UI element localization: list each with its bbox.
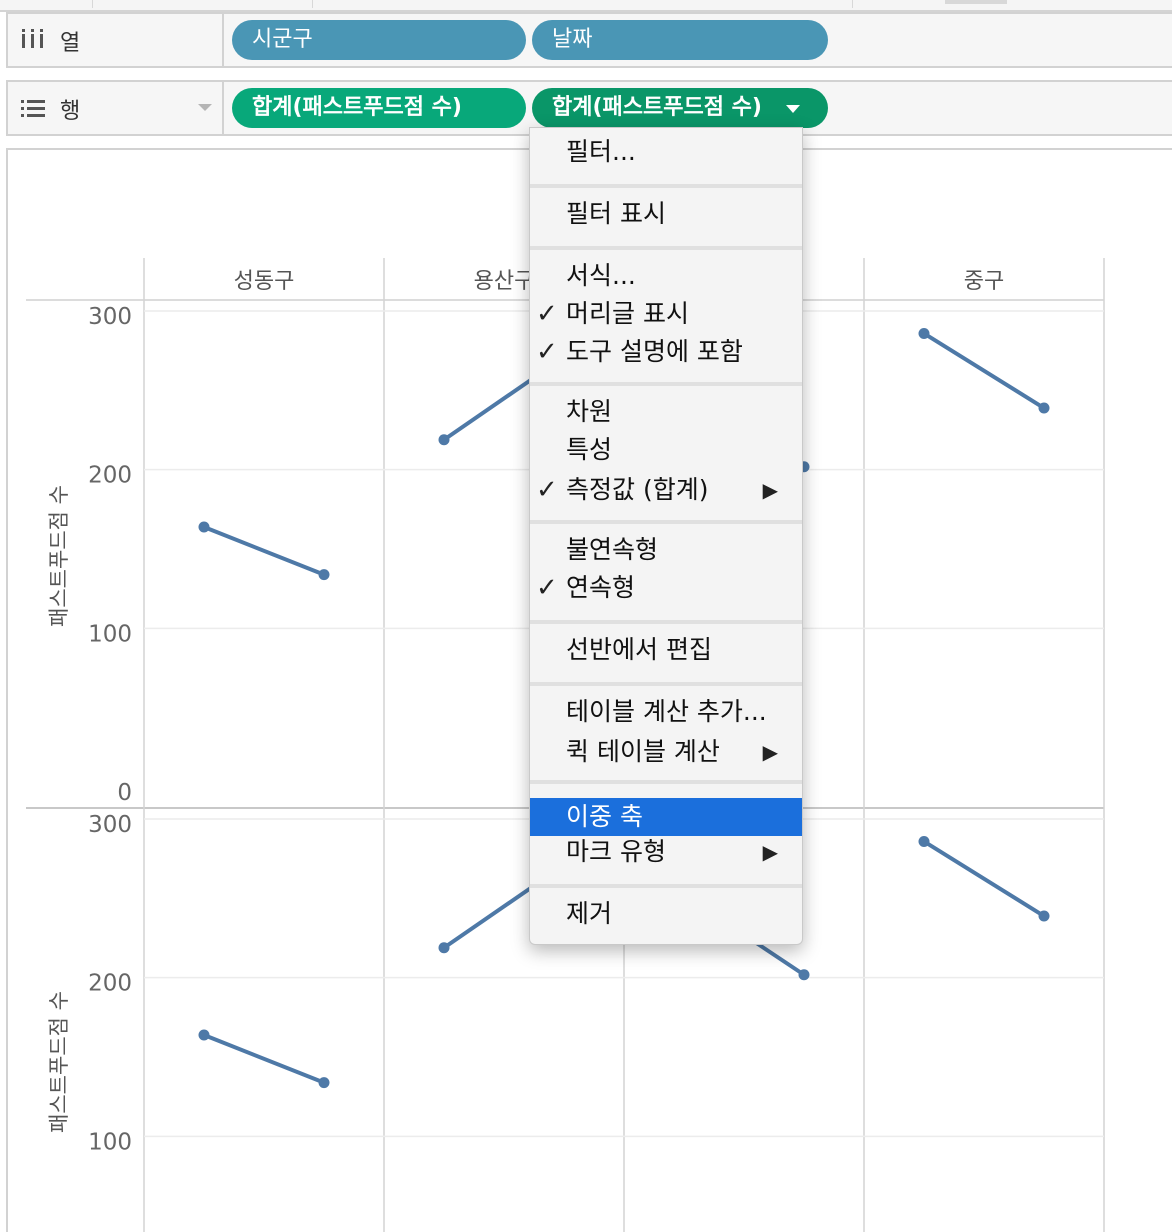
data-point (1038, 402, 1050, 414)
line-segment-성동구 (202, 1033, 326, 1085)
menu-item-9[interactable]: 불연속형 (530, 531, 802, 569)
data-point (438, 434, 450, 446)
data-point (798, 969, 810, 981)
menu-separator (530, 884, 802, 888)
menu-item-1[interactable]: 필터... (530, 133, 802, 171)
menu-item-15[interactable]: 마크 유형 ▶ (530, 833, 802, 871)
menu-separator (530, 682, 802, 686)
pill-context-menu: 필터... 필터 표시서식... ✓ 머리글 표시 ✓ 도구 설명에 포함차원특성 ✓ 측정값… (529, 127, 803, 945)
data-point (918, 835, 930, 847)
y-axis-label: 패스트푸드점 수 (47, 485, 71, 627)
menu-item-4[interactable]: ✓ 머리글 표시 (530, 295, 802, 333)
menu-item-label: 측정값 (합계) (566, 475, 709, 504)
line-segment-용산구 (442, 375, 536, 442)
y-axis-label: 패스트푸드점 수 (47, 991, 71, 1133)
menu-separator (530, 620, 802, 624)
menu-separator (530, 246, 802, 250)
line-segment-중구 (922, 839, 1046, 919)
data-point (438, 942, 450, 954)
line-segment-중구 (922, 331, 1046, 411)
menu-item-8[interactable]: ✓ 측정값 (합계) ▶ (530, 471, 802, 509)
menu-item-13[interactable]: 퀵 테이블 계산 ▶ (530, 733, 802, 771)
data-point (318, 569, 330, 581)
data-point (198, 1029, 210, 1041)
menu-item-6[interactable]: 차원 (530, 393, 802, 431)
menu-item-14[interactable]: 이중 축 (530, 798, 802, 836)
menu-item-label: 머리글 표시 (566, 299, 689, 328)
column-header-3: 중구 (964, 269, 1004, 294)
menu-item-label: 이중 축 (566, 802, 643, 831)
menu-item-7[interactable]: 특성 (530, 431, 802, 469)
menu-item-label: 퀵 테이블 계산 (566, 737, 720, 766)
data-point (318, 1077, 330, 1089)
checkmark-icon: ✓ (536, 475, 558, 505)
menu-separator (530, 520, 802, 524)
menu-item-label: 특성 (566, 435, 613, 464)
submenu-arrow-icon: ▶ (762, 840, 778, 864)
checkmark-icon: ✓ (536, 573, 558, 603)
y-tick-label: 0 (117, 780, 132, 806)
menu-item-label: 서식... (566, 261, 636, 290)
menu-item-3[interactable]: 서식... (530, 257, 802, 295)
data-point (198, 521, 210, 533)
menu-item-label: 필터 표시 (566, 199, 666, 228)
menu-item-label: 제거 (566, 899, 613, 928)
menu-item-label: 선반에서 편집 (566, 635, 712, 664)
line-segment-성동구 (202, 525, 326, 577)
data-point (918, 327, 930, 339)
submenu-arrow-icon: ▶ (762, 478, 778, 502)
menu-item-label: 마크 유형 (566, 837, 666, 866)
y-tick-label: 300 (88, 812, 132, 838)
checkmark-icon: ✓ (536, 299, 558, 329)
menu-item-16[interactable]: 제거 (530, 895, 802, 933)
line-segment-용산구 (442, 883, 536, 950)
menu-separator (530, 382, 802, 386)
submenu-arrow-icon: ▶ (762, 740, 778, 764)
menu-item-label: 차원 (566, 397, 613, 426)
menu-item-11[interactable]: 선반에서 편집 (530, 631, 802, 669)
y-tick-label: 300 (88, 304, 132, 330)
y-tick-label: 100 (88, 621, 132, 647)
menu-item-10[interactable]: ✓ 연속형 (530, 569, 802, 607)
y-tick-label: 200 (88, 971, 132, 997)
menu-separator (530, 184, 802, 188)
menu-item-label: 필터... (566, 137, 636, 166)
menu-item-2[interactable]: 필터 표시 (530, 195, 802, 233)
menu-item-label: 도구 설명에 포함 (566, 337, 743, 366)
checkmark-icon: ✓ (536, 337, 558, 367)
menu-item-5[interactable]: ✓ 도구 설명에 포함 (530, 333, 802, 371)
menu-separator (530, 780, 802, 784)
menu-item-label: 연속형 (566, 573, 636, 602)
y-axes: 300 200 100 0 패스트푸드점 수 300 200 100 패스트푸드점 수 (47, 304, 132, 1155)
menu-item-12[interactable]: 테이블 계산 추가... (530, 693, 802, 731)
column-header-2: 용산구 (474, 269, 535, 294)
data-point (1038, 910, 1050, 922)
y-tick-label: 100 (88, 1129, 132, 1155)
column-header-1: 성동구 (234, 269, 295, 294)
y-tick-label: 200 (88, 463, 132, 489)
menu-item-label: 불연속형 (566, 535, 659, 564)
menu-item-label: 테이블 계산 추가... (566, 697, 767, 726)
